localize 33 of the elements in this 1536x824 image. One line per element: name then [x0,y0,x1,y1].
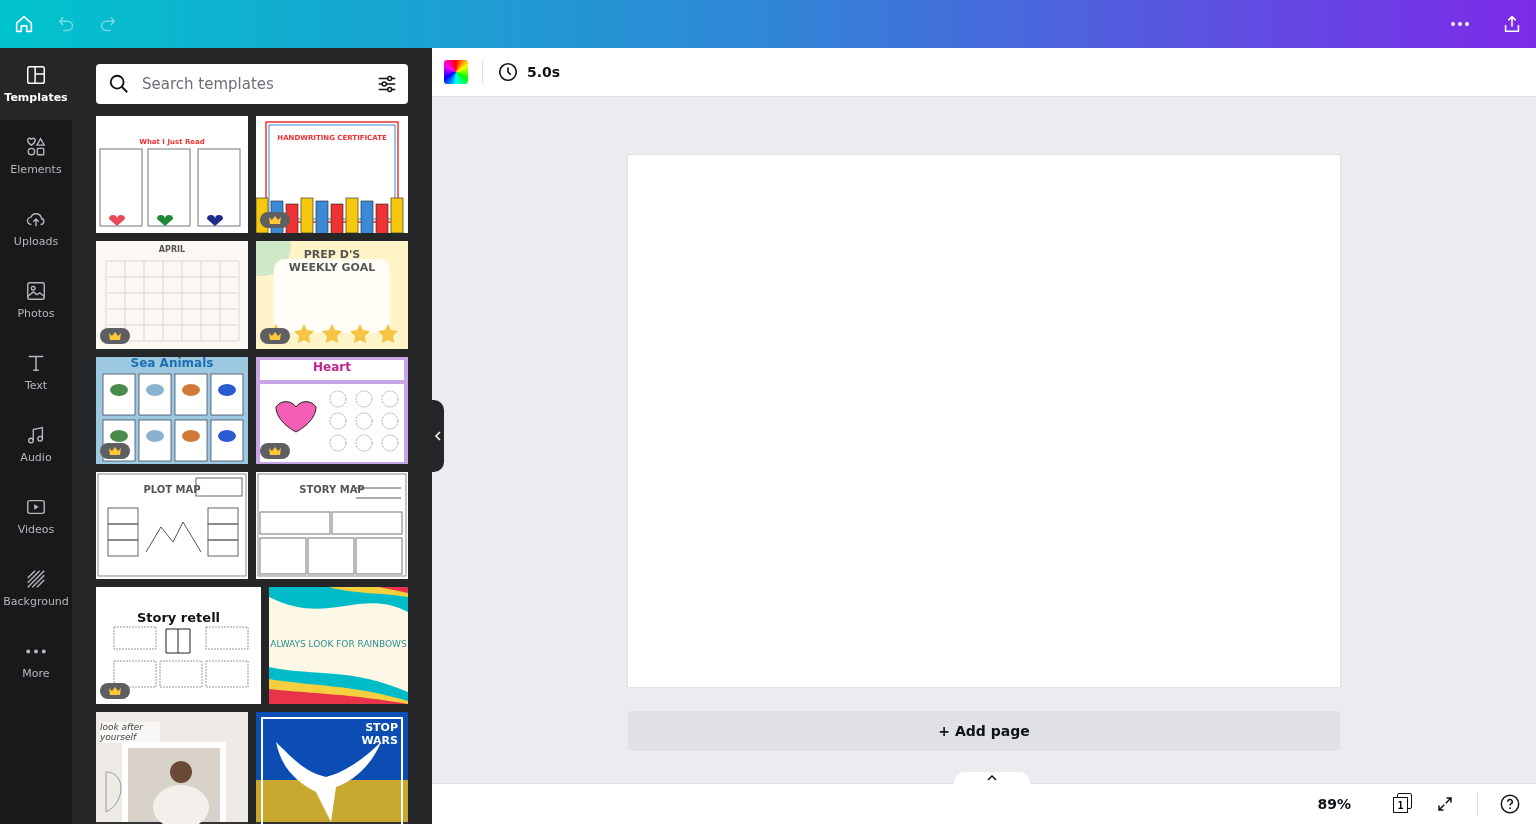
template-title: STORY MAP [299,484,365,496]
template-title: PLOT MAP [143,484,201,496]
sidebar-tab[interactable]: Text [0,336,72,408]
template-title: ALWAYS LOOK FOR RAINBOWS [270,639,407,650]
sidebar-tab[interactable]: Elements [0,120,72,192]
template-thumbnail[interactable]: PREP D'S WEEKLY GOAL [256,241,408,349]
template-thumbnail[interactable]: STORY MAP [256,472,408,579]
template-title: STOP WARS [360,722,398,748]
template-title: Story retell [136,611,221,626]
template-title: Heart [313,361,351,375]
sidebar-tab[interactable]: Photos [0,264,72,336]
template-thumbnail[interactable]: Story retell [96,587,261,704]
sidebar-tab[interactable]: Templates [0,48,72,120]
sidebar-tab[interactable]: Background [0,552,72,624]
template-title: APRIL [158,245,186,255]
template-title: look after yourself [100,722,160,743]
zoom-level[interactable]: 89% [1317,796,1351,812]
duration-button[interactable]: 5.0s [497,61,561,83]
template-thumbnail[interactable]: PLOT MAP [96,472,248,579]
template-title: PREP D'S WEEKLY GOAL [287,249,377,275]
sidebar-tab[interactable]: Uploads [0,192,72,264]
page-count-button[interactable]: 1 [1391,793,1413,815]
template-thumbnail[interactable]: APRIL [96,241,248,349]
template-title: Sea Animals [130,357,214,371]
template-thumbnail[interactable]: Heart [256,357,408,464]
add-page-button[interactable]: + Add page [628,711,1340,751]
template-thumbnail[interactable]: STOP WARS [256,712,408,824]
template-thumbnail[interactable]: ALWAYS LOOK FOR RAINBOWS [269,587,408,704]
search-box[interactable]: Search templates [96,64,408,104]
template-thumbnail[interactable]: look after yourself [96,712,248,824]
sidebar-tab[interactable]: More [0,624,72,696]
sidebar-tab[interactable]: Videos [0,480,72,552]
sidebar-tab[interactable]: Audio [0,408,72,480]
